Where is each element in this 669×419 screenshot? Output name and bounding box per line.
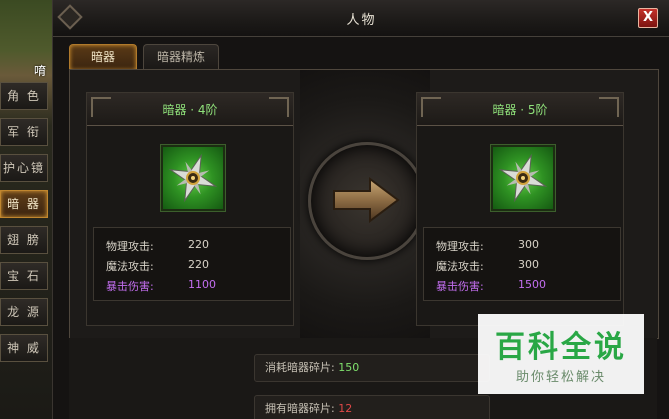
upgrade-frame: 暗器 · 4阶 物理攻击: 220 魔法攻击: 220 暴击伤害: 1100 暗… [69,69,659,339]
stat-value-phys: 220 [188,238,209,251]
next-tier-panel: 暗器 · 5阶 物理攻击: 300 魔法攻击: 300 暴击伤害: 1500 [416,92,624,326]
window-title: 人物 [346,13,377,28]
own-fragments-label: 拥有暗器碎片: [265,402,335,415]
next-weapon-slot[interactable] [491,145,555,211]
stat-value-phys: 300 [518,238,539,251]
window-titlebar: 人物 X [53,0,669,37]
own-fragments-value: 12 [338,402,353,415]
stat-label-crit: 暴击伤害: [436,280,484,293]
tab-refine[interactable]: 暗器精炼 [143,44,219,70]
stat-label-magic: 魔法攻击: [106,260,154,273]
current-tier-title: 暗器 · 4阶 [162,103,218,117]
side-item-character[interactable]: 角 色 [0,82,48,110]
own-fragments-row: 拥有暗器碎片: 12 [254,395,490,419]
shuriken-icon [168,153,218,203]
shuriken-icon [498,153,548,203]
side-item-mirror[interactable]: 护心镜 [0,154,48,182]
current-tier-panel: 暗器 · 4阶 物理攻击: 220 魔法攻击: 220 暴击伤害: 1100 [86,92,294,326]
stat-label-magic: 魔法攻击: [436,260,484,273]
side-item-dragon-source[interactable]: 龙 源 [0,298,48,326]
side-item-divine-power[interactable]: 神 威 [0,334,48,362]
next-tier-title: 暗器 · 5阶 [492,103,548,117]
game-screen: 唷 角 色 军 衔 护心镜 暗 器 翅 膀 宝 石 龙 源 神 威 人物 X 暗… [0,0,669,419]
stat-label-crit: 暴击伤害: [106,280,154,293]
stat-value-magic: 300 [518,258,539,271]
arrow-right-icon [333,177,400,223]
tab-hidden-weapon[interactable]: 暗器 [69,44,137,70]
current-tier-header: 暗器 · 4阶 [87,93,293,126]
stat-label-phys: 物理攻击: [436,240,484,253]
consume-fragments-row: 消耗暗器碎片: 150 [254,354,490,382]
close-button[interactable]: X [638,8,658,28]
watermark: 百科全说 助你轻松解决 [478,314,644,394]
stat-value-magic: 220 [188,258,209,271]
current-stats: 物理攻击: 220 魔法攻击: 220 暴击伤害: 1100 [93,227,291,301]
stat-value-crit: 1500 [518,278,546,291]
watermark-logo: 百科全说 [495,330,627,365]
consume-fragments-label: 消耗暗器碎片: [265,361,335,374]
next-tier-header: 暗器 · 5阶 [417,93,623,126]
next-stats: 物理攻击: 300 魔法攻击: 300 暴击伤害: 1500 [423,227,621,301]
medallion-background [300,70,430,338]
side-item-rank[interactable]: 军 衔 [0,118,48,146]
consume-fragments-value: 150 [338,361,360,374]
side-item-gems[interactable]: 宝 石 [0,262,48,290]
stat-value-crit: 1100 [188,278,216,291]
player-name-partial: 唷 [34,64,47,78]
current-weapon-slot[interactable] [161,145,225,211]
watermark-slogan: 助你轻松解决 [515,370,606,385]
stat-label-phys: 物理攻击: [106,240,154,253]
side-item-wings[interactable]: 翅 膀 [0,226,48,254]
side-item-hidden-weapon[interactable]: 暗 器 [0,190,48,218]
